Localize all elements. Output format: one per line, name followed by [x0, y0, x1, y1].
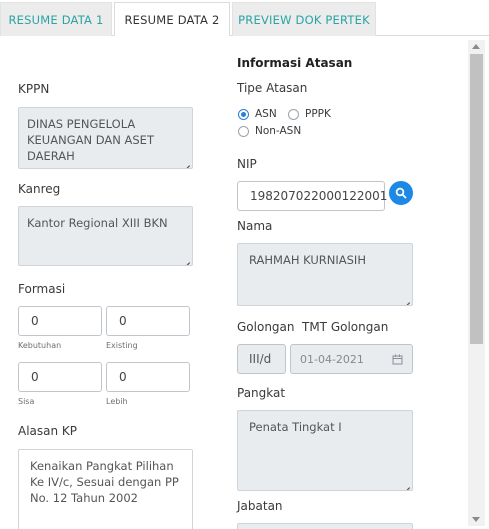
nama-label: Nama	[237, 219, 273, 233]
lebih-caption: Lebih	[106, 397, 128, 406]
pangkat-field[interactable]: Penata Tingkat I	[237, 410, 413, 491]
nip-input[interactable]: 198207022000122001	[237, 181, 388, 211]
kebutuhan-caption: Kebutuhan	[18, 341, 62, 350]
alasan-kp-value: Kenaikan Pangkat Pilihan Ke IV/c, Sesuai…	[30, 459, 179, 505]
existing-input[interactable]: 0	[106, 306, 190, 336]
tab-bar: RESUME DATA 1 RESUME DATA 2 PREVIEW DOK …	[0, 0, 489, 37]
vertical-scrollbar[interactable]	[468, 40, 485, 526]
calendar-icon[interactable]	[392, 354, 403, 365]
resize-grip-icon[interactable]	[402, 480, 410, 488]
tipe-atasan-label: Tipe Atasan	[237, 81, 308, 95]
existing-value: 0	[119, 314, 127, 328]
tmt-golongan-label: TMT Golongan	[302, 320, 389, 334]
radio-pppk[interactable]	[288, 109, 299, 120]
jabatan-field[interactable]	[237, 523, 413, 529]
nama-value: RAHMAH KURNIASIH	[249, 253, 366, 267]
tab-preview-dok-pertek[interactable]: PREVIEW DOK PERTEK	[232, 2, 376, 36]
informasi-atasan-heading: Informasi Atasan	[237, 56, 353, 70]
sisa-input[interactable]: 0	[18, 362, 102, 392]
kppn-label: KPPN	[18, 82, 50, 96]
existing-caption: Existing	[106, 341, 138, 350]
kanreg-value: Kantor Regional XIII BKN	[27, 216, 168, 230]
pangkat-label: Pangkat	[237, 386, 286, 400]
lebih-value: 0	[119, 370, 127, 384]
alasan-kp-field[interactable]: Kenaikan Pangkat Pilihan Ke IV/c, Sesuai…	[18, 449, 193, 529]
formasi-label: Formasi	[18, 282, 66, 296]
resize-grip-icon[interactable]	[182, 255, 190, 263]
kebutuhan-input[interactable]: 0	[18, 306, 102, 336]
kanreg-label: Kanreg	[18, 182, 61, 196]
resize-grip-icon[interactable]	[402, 295, 410, 303]
nip-value: 198207022000122001	[250, 189, 388, 203]
kppn-value: DINAS PENGELOLA KEUANGAN DAN ASET DAERAH	[27, 117, 154, 163]
radio-pppk-label: PPPK	[305, 108, 331, 120]
sisa-value: 0	[31, 370, 39, 384]
pangkat-value: Penata Tingkat I	[249, 420, 342, 434]
scroll-down-icon[interactable]	[472, 517, 480, 522]
scroll-up-icon[interactable]	[472, 44, 480, 49]
alasan-kp-label: Alasan KP	[18, 424, 78, 438]
golongan-label: Golongan	[237, 320, 295, 334]
sisa-caption: Sisa	[18, 397, 35, 406]
scrollbar-thumb[interactable]	[470, 54, 483, 344]
resize-grip-icon[interactable]	[182, 158, 190, 166]
nip-label: NIP	[237, 157, 257, 171]
radio-non-asn[interactable]	[238, 126, 249, 137]
nama-field[interactable]: RAHMAH KURNIASIH	[237, 243, 413, 306]
search-icon	[395, 187, 407, 199]
tmt-golongan-value: 01-04-2021	[300, 352, 364, 366]
radio-asn-label: ASN	[255, 108, 277, 120]
lebih-input[interactable]: 0	[106, 362, 190, 392]
kppn-field[interactable]: DINAS PENGELOLA KEUANGAN DAN ASET DAERAH	[18, 107, 193, 169]
tmt-golongan-input[interactable]: 01-04-2021	[290, 344, 413, 374]
tab-resume-data-1[interactable]: RESUME DATA 1	[0, 2, 112, 36]
nip-search-button[interactable]	[389, 181, 413, 205]
kanreg-field[interactable]: Kantor Regional XIII BKN	[18, 206, 193, 266]
golongan-input[interactable]: III/d	[237, 344, 286, 374]
radio-asn[interactable]	[238, 109, 249, 120]
resume-data-2-panel: KPPN DINAS PENGELOLA KEUANGAN DAN ASET D…	[0, 36, 489, 529]
radio-non-asn-label: Non-ASN	[255, 125, 302, 137]
kebutuhan-value: 0	[31, 314, 39, 328]
golongan-value: III/d	[249, 352, 272, 366]
jabatan-label: Jabatan	[237, 499, 283, 513]
tab-resume-data-2[interactable]: RESUME DATA 2	[114, 2, 230, 37]
